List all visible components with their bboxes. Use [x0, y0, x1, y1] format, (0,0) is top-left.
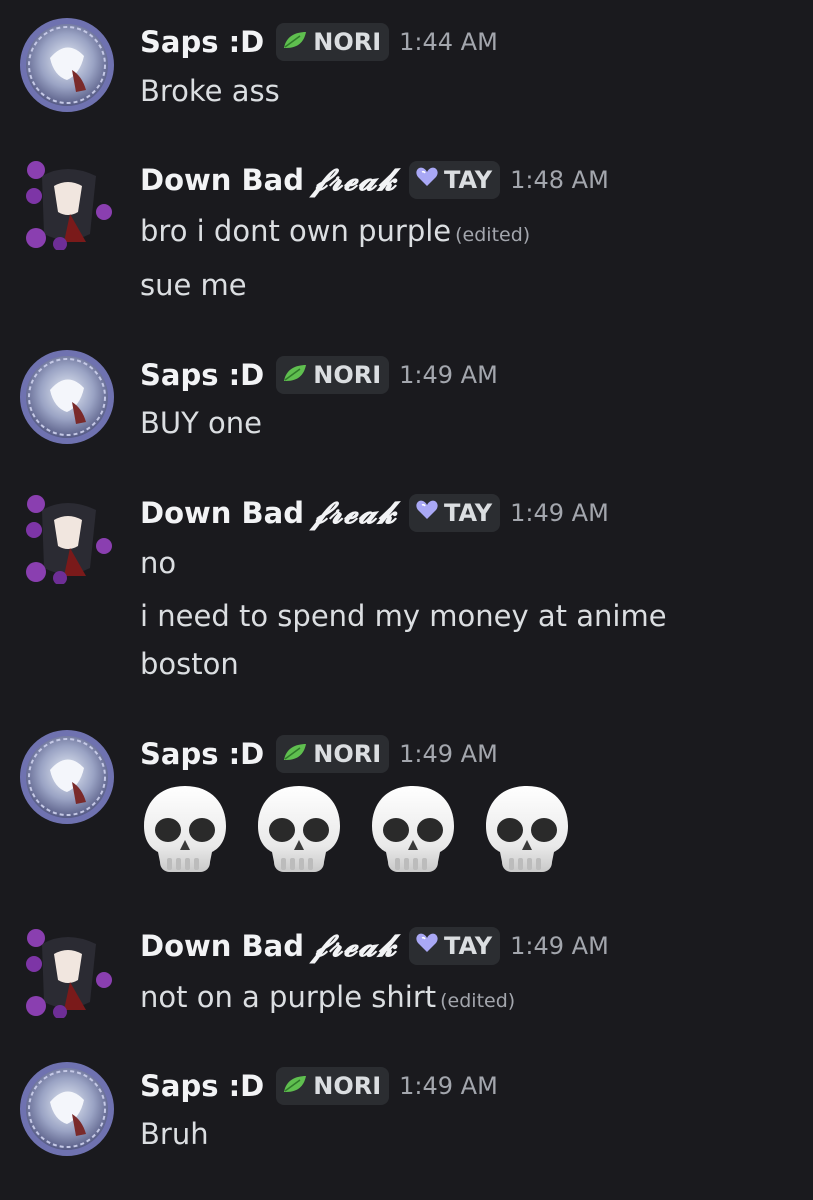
leaf-icon: [282, 1072, 308, 1100]
role-tag[interactable]: TAY: [408, 161, 501, 199]
role-tag-label: TAY: [443, 499, 493, 527]
role-tag-label: NORI: [313, 1072, 382, 1100]
chat-log: Saps :D NORI 1:44 AM Broke ass Down Bad …: [0, 0, 813, 1200]
avatar[interactable]: [20, 924, 114, 1018]
avatar[interactable]: [20, 350, 114, 444]
role-tag-label: TAY: [443, 166, 493, 194]
username-script[interactable]: 𝓯𝓻𝓮𝓪𝓴: [312, 162, 397, 199]
timestamp: 1:49 AM: [399, 361, 498, 389]
role-tag-label: NORI: [313, 361, 382, 389]
message-text: bro i dont own purple (edited): [140, 211, 530, 255]
message-text-body: bro i dont own purple: [140, 214, 452, 248]
skull-icon[interactable]: [368, 782, 458, 880]
avatar[interactable]: [20, 1062, 114, 1156]
username[interactable]: Saps :D: [140, 737, 264, 771]
message-text: sue me: [140, 268, 247, 302]
username[interactable]: Down Bad: [140, 163, 304, 197]
heart-icon: [415, 499, 439, 527]
message-text: Broke ass: [140, 74, 280, 108]
message-text: BUY one: [140, 406, 263, 440]
timestamp: 1:49 AM: [399, 740, 498, 768]
message-text: Bruh: [140, 1117, 209, 1151]
username[interactable]: Saps :D: [140, 1069, 264, 1103]
role-tag-label: NORI: [313, 28, 382, 56]
message-text: no: [140, 546, 177, 580]
role-tag-label: TAY: [443, 932, 493, 960]
username[interactable]: Saps :D: [140, 25, 264, 59]
message-header: Saps :D NORI 1:49 AM: [140, 734, 498, 774]
role-tag[interactable]: NORI: [276, 1067, 390, 1105]
skull-icon[interactable]: [482, 782, 572, 880]
username-script[interactable]: 𝓯𝓻𝓮𝓪𝓴: [312, 495, 397, 532]
avatar[interactable]: [20, 156, 114, 250]
role-tag-label: NORI: [313, 740, 382, 768]
username[interactable]: Down Bad: [140, 929, 304, 963]
message-text: i need to spend my money at anime: [140, 599, 667, 633]
role-tag[interactable]: NORI: [276, 735, 390, 773]
leaf-icon: [282, 28, 308, 56]
leaf-icon: [282, 740, 308, 768]
timestamp: 1:49 AM: [510, 499, 609, 527]
role-tag[interactable]: TAY: [408, 494, 501, 532]
leaf-icon: [282, 361, 308, 389]
message-header: Saps :D NORI 1:49 AM: [140, 1066, 498, 1106]
edited-marker: (edited): [440, 990, 516, 1012]
timestamp: 1:48 AM: [510, 166, 609, 194]
avatar[interactable]: [20, 490, 114, 584]
message-header: Down Bad 𝓯𝓻𝓮𝓪𝓴 TAY 1:49 AM: [140, 926, 609, 966]
message-header: Saps :D NORI 1:49 AM: [140, 355, 498, 395]
message-header: Down Bad 𝓯𝓻𝓮𝓪𝓴 TAY 1:48 AM: [140, 160, 609, 200]
message-text: boston: [140, 647, 239, 681]
avatar[interactable]: [20, 730, 114, 824]
message-text: not on a purple shirt (edited): [140, 977, 515, 1021]
skull-icon[interactable]: [140, 782, 230, 880]
role-tag[interactable]: TAY: [408, 927, 501, 965]
username-script[interactable]: 𝓯𝓻𝓮𝓪𝓴: [312, 928, 397, 965]
avatar[interactable]: [20, 18, 114, 112]
emoji-row: [140, 782, 572, 880]
message-header: Down Bad 𝓯𝓻𝓮𝓪𝓴 TAY 1:49 AM: [140, 493, 609, 533]
heart-icon: [415, 166, 439, 194]
skull-icon[interactable]: [254, 782, 344, 880]
role-tag[interactable]: NORI: [276, 356, 390, 394]
timestamp: 1:49 AM: [510, 932, 609, 960]
timestamp: 1:44 AM: [399, 28, 498, 56]
username[interactable]: Down Bad: [140, 496, 304, 530]
heart-icon: [415, 932, 439, 960]
timestamp: 1:49 AM: [399, 1072, 498, 1100]
message-header: Saps :D NORI 1:44 AM: [140, 22, 498, 62]
role-tag[interactable]: NORI: [276, 23, 390, 61]
message-text-body: not on a purple shirt: [140, 980, 437, 1014]
username[interactable]: Saps :D: [140, 358, 264, 392]
edited-marker: (edited): [455, 224, 531, 246]
